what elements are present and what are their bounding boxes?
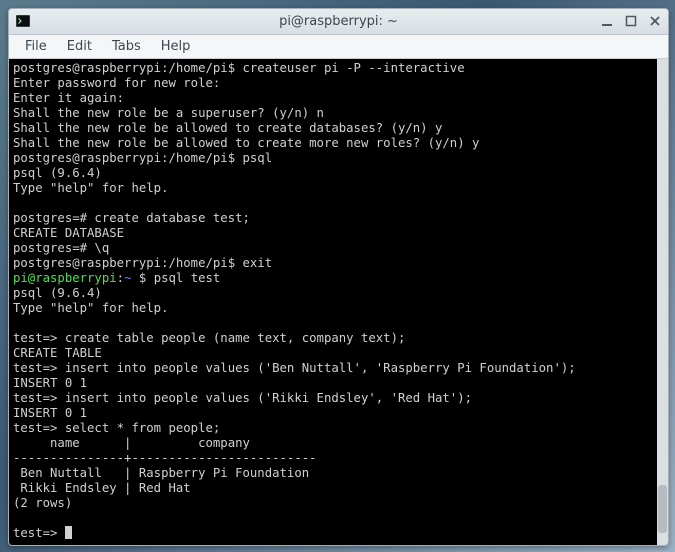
term-line: Ben Nuttall | Raspberry Pi Foundation [13, 466, 309, 480]
term-line: INSERT 0 1 [13, 376, 87, 390]
term-line: postgres@raspberrypi:/home/pi$ exit [13, 256, 272, 270]
term-line: postgres@raspberrypi:/home/pi$ psql [13, 151, 272, 165]
term-line: Shall the new role be a superuser? (y/n)… [13, 106, 324, 120]
term-line: Enter password for new role: [13, 76, 220, 90]
prompt-cmd: psql test [154, 271, 221, 285]
terminal-window: pi@raspberrypi: ~ File Edit Tabs Help po… [8, 8, 669, 546]
prompt-path: ~ [124, 271, 139, 285]
term-line: Rikki Endsley | Red Hat [13, 481, 191, 495]
close-button[interactable] [648, 14, 662, 28]
title-bar[interactable]: pi@raspberrypi: ~ [9, 9, 668, 35]
term-line: test=> insert into people values ('Ben N… [13, 361, 576, 375]
app-icon [15, 13, 31, 29]
scroll-thumb[interactable] [658, 485, 667, 533]
term-line: postgres=# create database test; [13, 211, 250, 225]
term-line: CREATE TABLE [13, 346, 102, 360]
term-line: postgres=# \q [13, 241, 109, 255]
menu-edit[interactable]: Edit [59, 36, 100, 57]
prompt-dollar: $ [139, 271, 154, 285]
menu-tabs[interactable]: Tabs [104, 36, 149, 57]
term-line: (2 rows) [13, 496, 72, 510]
cursor-icon [65, 526, 72, 539]
term-line: Enter it again: [13, 91, 124, 105]
term-line: test=> [13, 526, 65, 540]
terminal-output[interactable]: postgres@raspberrypi:/home/pi$ createuse… [9, 59, 657, 545]
menu-file[interactable]: File [17, 36, 55, 57]
term-line: psql (9.6.4) [13, 286, 102, 300]
term-line: postgres@raspberrypi:/home/pi$ createuse… [13, 61, 465, 75]
window-title: pi@raspberrypi: ~ [9, 14, 668, 29]
term-line: INSERT 0 1 [13, 406, 87, 420]
maximize-button[interactable] [624, 14, 638, 28]
scrollbar[interactable] [657, 59, 668, 545]
menu-help[interactable]: Help [153, 36, 199, 57]
term-line: Type "help" for help. [13, 181, 168, 195]
term-line: CREATE DATABASE [13, 226, 124, 240]
menu-bar: File Edit Tabs Help [9, 35, 668, 59]
window-buttons [600, 14, 662, 28]
term-line: Shall the new role be allowed to create … [13, 121, 442, 135]
prompt-user: pi@raspberrypi [13, 271, 117, 285]
term-line: test=> select * from people; [13, 421, 220, 435]
term-line: name | company [13, 436, 250, 450]
term-line: test=> insert into people values ('Rikki… [13, 391, 472, 405]
terminal-area: postgres@raspberrypi:/home/pi$ createuse… [9, 59, 668, 545]
term-line: psql (9.6.4) [13, 166, 102, 180]
term-line: test=> create table people (name text, c… [13, 331, 405, 345]
term-line: ---------------+------------------------… [13, 451, 317, 465]
term-line: Type "help" for help. [13, 301, 168, 315]
prompt-sep: : [117, 271, 124, 285]
minimize-button[interactable] [600, 14, 614, 28]
term-line: Shall the new role be allowed to create … [13, 136, 479, 150]
